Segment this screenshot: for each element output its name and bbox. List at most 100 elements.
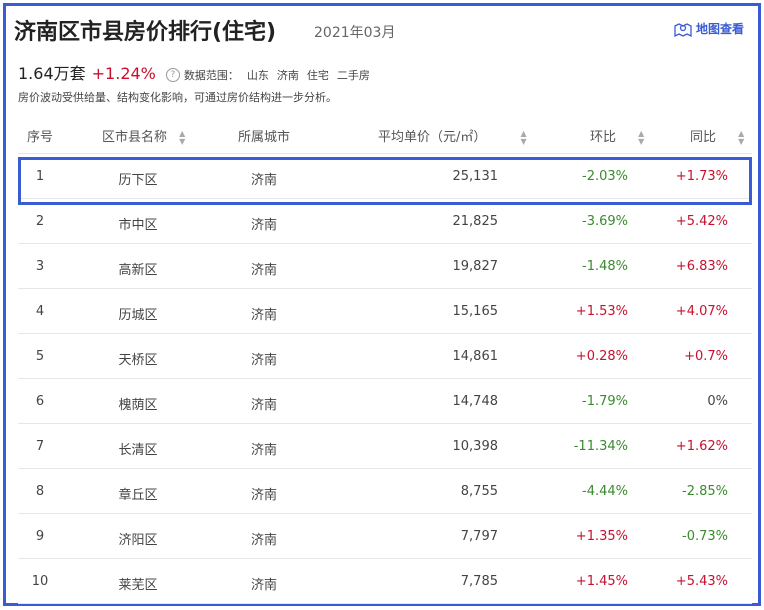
rank-cell: 6 (35, 394, 45, 409)
table-body: 1 历下区 济南 25,131 -2.03% +1.73% 2 市中区 济南 21,825 -3.6… (18, 154, 752, 604)
mom-cell: +1.53% (575, 304, 628, 319)
column-price[interactable]: 平均单价（元/㎡） ▲ ▼ (378, 126, 527, 146)
mom-cell: -3.69% (582, 214, 628, 229)
table-row[interactable]: 3 高新区 济南 19,827 -1.48% +6.83% (18, 244, 752, 289)
range-province: 山东 (246, 69, 269, 82)
district-cell[interactable]: 章丘区 (98, 484, 178, 503)
yoy-cell: +5.42% (675, 214, 728, 229)
city-cell: 济南 (250, 398, 277, 413)
district-cell[interactable]: 长清区 (98, 439, 178, 458)
table-row[interactable]: 4 历城区 济南 15,165 +1.53% +4.07% (18, 289, 752, 334)
column-city-label: 所属城市 (237, 130, 290, 145)
sort-arrows-icon[interactable]: ▲ ▼ (521, 129, 527, 146)
city-cell: 济南 (250, 218, 277, 233)
yoy-cell: +1.62% (675, 439, 728, 454)
column-district-label: 区市县名称 (102, 130, 168, 145)
district-cell[interactable]: 天桥区 (98, 349, 178, 368)
listing-change: +1.24% (91, 64, 156, 83)
column-price-label: 平均单价（元/㎡） (378, 130, 487, 145)
range-city: 济南 (276, 69, 299, 82)
column-rank: 序号 (18, 126, 62, 145)
city-cell: 济南 (250, 443, 277, 458)
district-cell[interactable]: 历城区 (98, 304, 178, 323)
district-cell[interactable]: 莱芜区 (98, 574, 178, 593)
rank-cell: 2 (35, 214, 45, 229)
column-mom[interactable]: 环比 ▲ ▼ (590, 126, 644, 146)
mom-cell: -2.03% (582, 169, 628, 184)
yoy-cell: 0% (707, 394, 728, 409)
price-cell: 25,131 (452, 169, 499, 184)
column-yoy[interactable]: 同比 ▲ ▼ (690, 126, 744, 146)
price-cell: 7,785 (460, 574, 498, 589)
yoy-cell: +5.43% (675, 574, 728, 589)
column-rank-label: 序号 (26, 130, 53, 145)
city-cell: 济南 (250, 173, 277, 188)
mom-cell: -1.48% (582, 259, 628, 274)
yoy-cell: -0.73% (682, 529, 728, 544)
range-type: 住宅 (306, 69, 329, 82)
yoy-cell: -2.85% (682, 484, 728, 499)
yoy-cell: +0.7% (684, 349, 728, 364)
rank-cell: 1 (35, 169, 45, 184)
column-city: 所属城市 (232, 126, 296, 145)
sort-arrows-icon[interactable]: ▲ ▼ (638, 129, 644, 146)
price-cell: 14,861 (452, 349, 499, 364)
rank-cell: 8 (35, 484, 45, 499)
table-row[interactable]: 10 莱芜区 济南 7,785 +1.45% +5.43% (18, 559, 752, 604)
sort-arrows-icon[interactable]: ▲ ▼ (179, 129, 185, 146)
mom-cell: +1.35% (575, 529, 628, 544)
rank-cell: 7 (35, 439, 45, 454)
column-district[interactable]: 区市县名称 ▲ ▼ (102, 126, 185, 146)
column-mom-label: 环比 (590, 130, 617, 145)
district-cell[interactable]: 市中区 (98, 214, 178, 233)
map-view-label: 地图查看 (695, 22, 744, 36)
listing-count: 1.64万套 (18, 64, 86, 83)
table-row[interactable]: 5 天桥区 济南 14,861 +0.28% +0.7% (18, 334, 752, 379)
map-view-link[interactable]: 地图查看 (674, 20, 744, 37)
price-cell: 21,825 (452, 214, 499, 229)
yoy-cell: +6.83% (675, 259, 728, 274)
district-cell[interactable]: 济阳区 (98, 529, 178, 548)
price-cell: 8,755 (460, 484, 498, 499)
column-yoy-label: 同比 (690, 130, 717, 145)
yoy-cell: +1.73% (675, 169, 728, 184)
price-cell: 14,748 (452, 394, 499, 409)
mom-cell: -1.79% (582, 394, 628, 409)
sort-arrows-icon[interactable]: ▲ ▼ (738, 129, 744, 146)
mom-cell: +1.45% (575, 574, 628, 589)
table-row[interactable]: 8 章丘区 济南 8,755 -4.44% -2.85% (18, 469, 752, 514)
rank-cell: 4 (35, 304, 45, 319)
mom-cell: -11.34% (573, 439, 628, 454)
rank-cell: 10 (31, 574, 49, 589)
rank-cell: 9 (35, 529, 45, 544)
ranking-table: 序号 区市县名称 ▲ ▼ 所属城市 平均单价（元/㎡） ▲ ▼ 环比 ▲ ▼ 同比 ▲… (18, 113, 752, 604)
mom-cell: -4.44% (582, 484, 628, 499)
report-date: 2021年03月 (314, 25, 396, 41)
page-title: 济南区市县房价排行(住宅) (14, 20, 277, 45)
district-cell[interactable]: 历下区 (98, 169, 178, 188)
question-circle-icon[interactable]: ? (165, 68, 180, 82)
city-cell: 济南 (250, 308, 277, 323)
price-cell: 19,827 (452, 259, 499, 274)
table-row[interactable]: 1 历下区 济南 25,131 -2.03% +1.73% (18, 154, 752, 199)
page-header: 济南区市县房价排行(住宅) 2021年03月 地图查看 (14, 10, 754, 50)
table-row[interactable]: 6 槐荫区 济南 14,748 -1.79% 0% (18, 379, 752, 424)
city-cell: 济南 (250, 578, 277, 593)
disclaimer-note: 房价波动受供给量、结构变化影响，可通过房价结构进一步分析。 (18, 91, 337, 104)
district-cell[interactable]: 高新区 (98, 259, 178, 278)
city-cell: 济南 (250, 263, 277, 278)
district-cell[interactable]: 槐荫区 (98, 394, 178, 413)
table-header: 序号 区市县名称 ▲ ▼ 所属城市 平均单价（元/㎡） ▲ ▼ 环比 ▲ ▼ 同比 ▲… (18, 113, 752, 154)
summary-line: 1.64万套 +1.24% ? 数据范围： 山东 济南 住宅 二手房 (18, 60, 370, 84)
city-cell: 济南 (250, 533, 277, 548)
city-cell: 济南 (250, 353, 277, 368)
mom-cell: +0.28% (575, 349, 628, 364)
rank-cell: 3 (35, 259, 45, 274)
map-pin-icon (674, 22, 692, 37)
table-row[interactable]: 7 长清区 济南 10,398 -11.34% +1.62% (18, 424, 752, 469)
table-row[interactable]: 9 济阳区 济南 7,797 +1.35% -0.73% (18, 514, 752, 559)
yoy-cell: +4.07% (675, 304, 728, 319)
table-row[interactable]: 2 市中区 济南 21,825 -3.69% +5.42% (18, 199, 752, 244)
price-cell: 10,398 (452, 439, 499, 454)
range-market: 二手房 (336, 69, 370, 82)
